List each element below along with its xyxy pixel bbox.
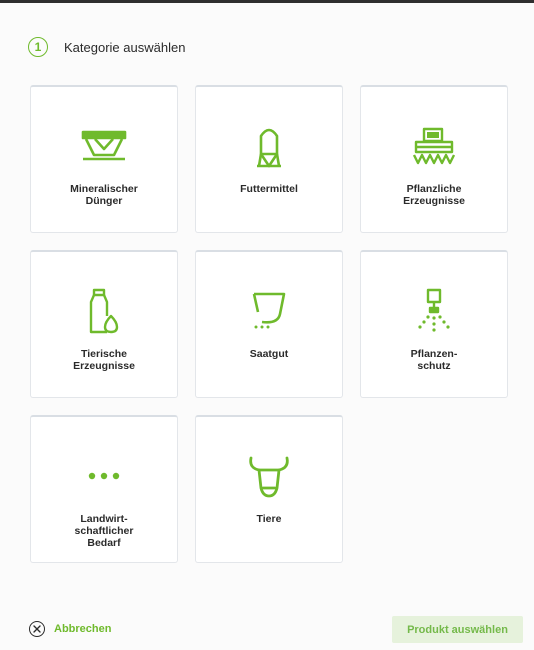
category-label: Landwirt- schaftlicher Bedarf [74,513,134,549]
cancel-button[interactable]: Abbrechen [29,621,111,637]
step-title: Kategorie auswählen [64,39,186,55]
more-dots-icon [74,449,134,503]
category-card-tierische-erzeugnisse[interactable]: Tierische Erzeugnisse [30,250,178,398]
category-card-pflanzenschutz[interactable]: Pflanzen- schutz [360,250,508,398]
select-product-button[interactable]: Produkt auswählen [392,616,523,643]
category-label: Tiere [256,513,282,525]
category-label: Pflanzliche Erzeugnisse [403,183,465,207]
category-label: Futtermittel [240,183,298,195]
category-label: Tierische Erzeugnisse [73,348,135,372]
category-selection-panel: 1 Kategorie auswählen Mineralischer Düng… [0,3,534,650]
cancel-label: Abbrechen [54,623,112,635]
category-label: Saatgut [249,348,289,360]
fertilizer-spreader-icon [74,119,134,173]
cow-head-icon [239,449,299,503]
category-card-mineralischer-duenger[interactable]: Mineralischer Dünger [30,85,178,233]
feed-silo-icon [239,119,299,173]
category-card-landwirtschaftlicher-bedarf[interactable]: Landwirt- schaftlicher Bedarf [30,415,178,563]
combine-harvester-icon [404,119,464,173]
step-number: 1 [34,40,42,54]
category-card-futtermittel[interactable]: Futtermittel [195,85,343,233]
category-card-saatgut[interactable]: Saatgut [195,250,343,398]
seed-bag-icon [239,284,299,338]
category-card-pflanzliche-erzeugnisse[interactable]: Pflanzliche Erzeugnisse [360,85,508,233]
category-label: Mineralischer Dünger [70,183,138,207]
milk-egg-icon [74,284,134,338]
category-grid: Mineralischer Dünger Futtermittel Pflanz… [30,85,508,563]
step-number-badge: 1 [28,37,48,57]
category-card-tiere[interactable]: Tiere [195,415,343,563]
category-label: Pflanzen- schutz [410,348,458,372]
step-header: 1 Kategorie auswählen [28,35,185,59]
close-icon [29,621,45,637]
sprayer-nozzle-icon [404,284,464,338]
